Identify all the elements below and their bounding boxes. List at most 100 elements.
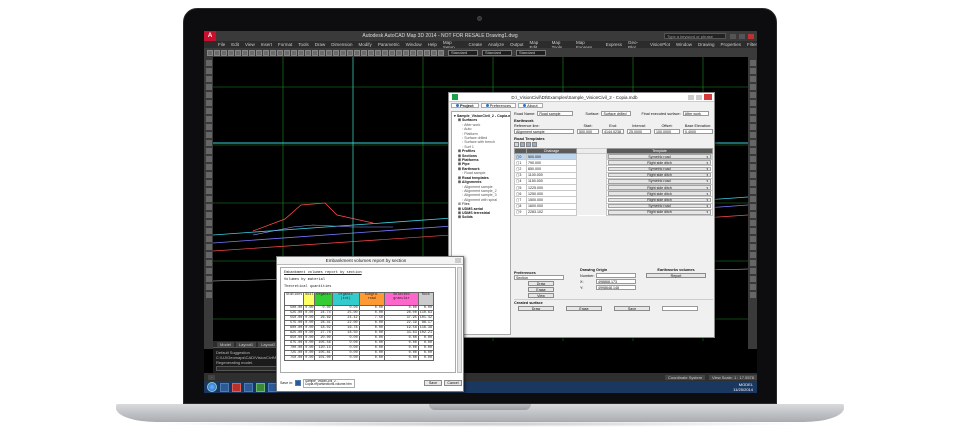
menu-item[interactable]: Filter: [747, 42, 757, 47]
menu-item[interactable]: Parametric: [378, 42, 400, 47]
close-icon[interactable]: [704, 94, 712, 100]
toolbar-tool-icon[interactable]: [319, 49, 325, 56]
tool-icon[interactable]: [205, 196, 212, 202]
tool-icon[interactable]: [749, 60, 756, 66]
menu-item[interactable]: VisionPlot: [650, 42, 670, 47]
tool-icon[interactable]: [749, 140, 756, 146]
tool-icon[interactable]: [749, 260, 756, 266]
menu-item[interactable]: Modify: [359, 42, 372, 47]
menu-item[interactable]: Format: [278, 42, 292, 47]
tool-icon[interactable]: [205, 236, 212, 242]
layout-tab[interactable]: Model: [217, 341, 234, 347]
number-field[interactable]: [596, 273, 636, 278]
tool-icon[interactable]: [749, 76, 756, 82]
tool-icon[interactable]: [205, 92, 212, 98]
x-field[interactable]: 498868.173: [596, 279, 636, 284]
end-field[interactable]: 4144.0238: [602, 129, 624, 134]
tool-icon[interactable]: [749, 236, 756, 242]
toolbar-tool-icon[interactable]: [312, 49, 318, 56]
toolbar-tool-icon[interactable]: [326, 49, 332, 56]
file-name-field[interactable]: Sample_VisionCivil_2 - Copia.reportsecti…: [303, 378, 355, 388]
view-button[interactable]: View: [528, 293, 554, 298]
app-icon[interactable]: [232, 382, 241, 392]
template-select[interactable]: Symetric road: [608, 166, 711, 172]
explorer-icon[interactable]: [220, 382, 229, 392]
menu-item[interactable]: Window: [406, 42, 422, 47]
offset-field[interactable]: 100.0000: [654, 129, 680, 134]
menu-item[interactable]: Edit: [231, 42, 239, 47]
menu-item[interactable]: View: [245, 42, 255, 47]
menu-item[interactable]: Dimension: [331, 42, 352, 47]
toolbar-tool-icon[interactable]: [403, 49, 409, 56]
report-button[interactable]: Report: [646, 273, 706, 278]
toolbar-tool-icon[interactable]: [263, 49, 269, 56]
tool-icon[interactable]: [749, 292, 756, 298]
toolbar-tool-icon[interactable]: [424, 49, 430, 56]
tool-icon[interactable]: [749, 108, 756, 114]
tool-icon[interactable]: [749, 164, 756, 170]
tool-icon[interactable]: [205, 204, 212, 210]
tool-icon[interactable]: [205, 76, 212, 82]
tool-icon[interactable]: [205, 292, 212, 298]
toolbar-tool-icon[interactable]: [305, 49, 311, 56]
save-button[interactable]: Save: [424, 380, 442, 386]
toolbar-tool-icon[interactable]: [256, 49, 262, 56]
delete-row-icon[interactable]: [526, 142, 531, 147]
base-elevation-field[interactable]: 0.4000: [683, 129, 713, 134]
tool-icon[interactable]: [205, 228, 212, 234]
tool-icon[interactable]: [205, 164, 212, 170]
app-icon[interactable]: [244, 382, 253, 392]
tab-about[interactable]: About: [518, 103, 543, 108]
close-icon[interactable]: [455, 258, 461, 263]
created-draw-button[interactable]: Draw: [518, 306, 554, 311]
toolbar-tool-icon[interactable]: [221, 49, 227, 56]
toolbar-tool-icon[interactable]: [340, 49, 346, 56]
toolbar-tool-icon[interactable]: [235, 49, 241, 56]
tool-icon[interactable]: [749, 100, 756, 106]
surface-select[interactable]: Surface drilled: [601, 111, 632, 116]
toolbar-tool-icon[interactable]: [207, 49, 213, 56]
toolbar-tool-icon[interactable]: [347, 49, 353, 56]
reference-line-select[interactable]: Alignment sample: [514, 129, 574, 134]
table-row[interactable]: ▢9 2283.102 Right side ditch: [514, 208, 713, 216]
tool-icon[interactable]: [205, 172, 212, 178]
tool-icon[interactable]: [749, 148, 756, 154]
tool-icon[interactable]: [749, 84, 756, 90]
final-surface-select[interactable]: After work: [682, 111, 709, 116]
cancel-button[interactable]: Cancel: [444, 380, 462, 386]
toolbar-tool-icon[interactable]: [438, 49, 444, 56]
road-name-field[interactable]: Road sample: [537, 111, 574, 116]
toolbar-tool-icon[interactable]: [361, 49, 367, 56]
start-field[interactable]: 500.000: [577, 129, 599, 134]
menu-item[interactable]: Help: [428, 42, 437, 47]
menu-item[interactable]: Insert: [261, 42, 272, 47]
tool-icon[interactable]: [205, 156, 212, 162]
toolbar-tool-icon[interactable]: [228, 49, 234, 56]
style-dropdown[interactable]: Standard: [482, 49, 512, 56]
tool-icon[interactable]: [749, 284, 756, 290]
toolbar-tool-icon[interactable]: [396, 49, 402, 56]
menu-item[interactable]: Properties: [720, 42, 741, 47]
toolbar-tool-icon[interactable]: [368, 49, 374, 56]
app-icon[interactable]: [256, 382, 265, 392]
tool-icon[interactable]: [205, 60, 212, 66]
toolbar-tool-icon[interactable]: [270, 49, 276, 56]
toolbar-tool-icon[interactable]: [417, 49, 423, 56]
tool-icon[interactable]: [749, 116, 756, 122]
toolbar-tool-icon[interactable]: [298, 49, 304, 56]
toolbar-tool-icon[interactable]: [382, 49, 388, 56]
report-content[interactable]: Embankment volumes report by section Vol…: [280, 267, 456, 373]
style-dropdown[interactable]: Standard: [516, 49, 546, 56]
tab-project[interactable]: Project: [451, 103, 479, 108]
menu-item[interactable]: Drawing: [698, 42, 715, 47]
tree-item[interactable]: ⊞ Solids: [454, 215, 508, 219]
draw-button[interactable]: Draw: [528, 281, 554, 286]
toolbar-tool-icon[interactable]: [242, 49, 248, 56]
layout-tab[interactable]: Layout1: [235, 341, 257, 347]
menu-item[interactable]: Draw: [315, 42, 326, 47]
tool-icon[interactable]: [205, 212, 212, 218]
tool-icon[interactable]: [749, 220, 756, 226]
toolbar-tool-icon[interactable]: [389, 49, 395, 56]
report-scrollbar[interactable]: [457, 267, 462, 373]
toolbar-tool-icon[interactable]: [249, 49, 255, 56]
